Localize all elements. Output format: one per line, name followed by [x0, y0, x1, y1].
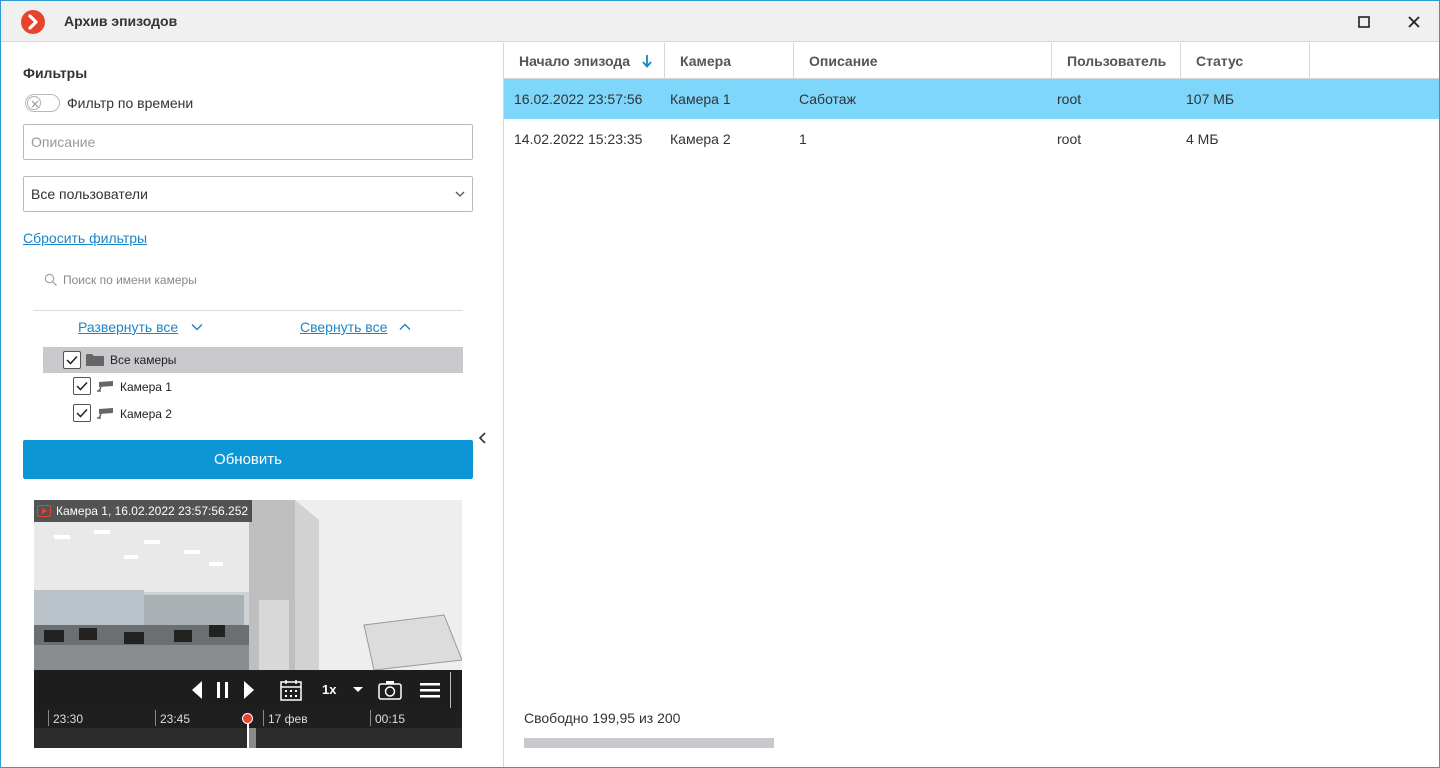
tree-item-all-cameras[interactable]: Все камеры: [43, 347, 463, 373]
cell-description: Саботаж: [799, 91, 856, 107]
timeline-tick: [48, 710, 49, 726]
cell-status: 107 МБ: [1186, 91, 1235, 107]
divider: [450, 672, 451, 708]
collapse-panel-icon[interactable]: [477, 431, 489, 445]
recording-segment: [248, 728, 256, 748]
divider: [33, 310, 463, 311]
checkmark-icon: [76, 381, 88, 391]
cell-user: root: [1057, 91, 1082, 107]
camera-1-checkbox[interactable]: [73, 377, 91, 395]
folder-icon: [86, 354, 104, 366]
camera-search-input[interactable]: Поиск по имени камеры: [63, 273, 197, 287]
checkmark-icon: [66, 355, 78, 365]
filters-panel: Фильтры Фильтр по времени Все пользовате…: [1, 43, 503, 767]
chevron-up-icon[interactable]: [399, 323, 411, 331]
calendar-icon[interactable]: [280, 679, 302, 701]
column-header-camera[interactable]: Камера: [665, 43, 794, 79]
chevron-down-icon[interactable]: [191, 323, 203, 331]
reset-filters-link[interactable]: Сбросить фильтры: [23, 230, 147, 246]
playback-speed[interactable]: 1x: [322, 682, 336, 697]
camera-icon: [97, 381, 113, 392]
timeline-tick: [155, 710, 156, 726]
sort-descending-icon: [642, 55, 652, 68]
close-icon: [1408, 16, 1420, 28]
time-filter-label: Фильтр по времени: [67, 95, 194, 111]
column-header-status[interactable]: Статус: [1181, 43, 1310, 79]
table-row[interactable]: 14.02.2022 15:23:35 Камера 2 1 root 4 МБ: [504, 119, 1439, 159]
cell-user: root: [1057, 131, 1082, 147]
all-cameras-checkbox[interactable]: [63, 351, 81, 369]
search-icon: [44, 273, 57, 286]
timeline-tick: [263, 710, 264, 726]
cell-description: 1: [799, 131, 807, 147]
checkmark-icon: [76, 408, 88, 418]
cell-status: 4 МБ: [1186, 131, 1219, 147]
refresh-button[interactable]: Обновить: [23, 440, 473, 479]
table-row[interactable]: 16.02.2022 23:57:56 Камера 1 Саботаж roo…: [504, 79, 1439, 119]
timeline-label: 23:45: [160, 712, 191, 726]
pause-icon[interactable]: [215, 680, 231, 700]
menu-icon[interactable]: [420, 681, 440, 699]
episodes-panel: Начало эпизода Камера Описание Пользоват…: [504, 43, 1439, 767]
app-logo-icon: [21, 10, 45, 34]
tree-label-all-cameras: Все камеры: [110, 353, 177, 367]
cell-camera: Камера 2: [670, 131, 731, 147]
archive-window: Архив эпизодов Фильтры Фильтр по времени…: [0, 0, 1440, 768]
chevron-down-icon: [455, 191, 465, 197]
video-timeline[interactable]: 23:30 23:45 17 фев 00:15: [34, 710, 462, 748]
description-input[interactable]: [23, 124, 473, 160]
toggle-knob: [27, 96, 41, 110]
expand-all-link[interactable]: Развернуть все: [78, 319, 178, 335]
window-title: Архив эпизодов: [64, 13, 178, 29]
timeline-tick: [370, 710, 371, 726]
video-caption: Камера 1, 16.02.2022 23:57:56.252: [34, 500, 253, 522]
camera-2-checkbox[interactable]: [73, 404, 91, 422]
camera-icon: [97, 408, 113, 419]
video-controls: 1x: [34, 670, 462, 710]
snapshot-icon[interactable]: [378, 680, 402, 700]
maximize-icon: [1358, 16, 1370, 28]
column-header-user[interactable]: Пользователь: [1052, 43, 1181, 79]
playhead-knob[interactable]: [242, 713, 253, 724]
filters-heading: Фильтры: [23, 65, 88, 81]
table-header: Начало эпизода Камера Описание Пользоват…: [504, 43, 1439, 79]
maximize-button[interactable]: [1351, 9, 1377, 35]
step-forward-icon[interactable]: [242, 680, 256, 700]
speed-dropdown-icon[interactable]: [352, 686, 364, 694]
column-header-description[interactable]: Описание: [794, 43, 1052, 79]
close-button[interactable]: [1401, 9, 1427, 35]
video-caption-text: Камера 1, 16.02.2022 23:57:56.252: [56, 504, 249, 518]
timeline-label: 23:30: [53, 712, 84, 726]
storage-label: Свободно 199,95 из 200: [524, 710, 681, 726]
title-bar: Архив эпизодов: [1, 1, 1439, 42]
step-back-icon[interactable]: [190, 680, 204, 700]
timeline-label: 00:15: [375, 712, 406, 726]
storage-bar: [524, 738, 774, 748]
toggle-off-icon: [31, 100, 39, 108]
column-header-label: Начало эпизода: [519, 53, 631, 69]
column-header-start[interactable]: Начало эпизода: [504, 43, 665, 79]
tree-label-camera: Камера 2: [120, 407, 172, 421]
recording-icon: [37, 505, 51, 517]
users-select[interactable]: Все пользователи: [23, 176, 473, 212]
cell-start: 14.02.2022 15:23:35: [514, 131, 643, 147]
cell-start: 16.02.2022 23:57:56: [514, 91, 643, 107]
time-filter-toggle[interactable]: [25, 94, 60, 112]
users-select-value: Все пользователи: [31, 186, 148, 202]
tree-label-camera: Камера 1: [120, 380, 172, 394]
timeline-label: 17 фев: [268, 712, 308, 726]
collapse-all-link[interactable]: Свернуть все: [300, 319, 387, 335]
cell-camera: Камера 1: [670, 91, 731, 107]
video-player[interactable]: Камера 1, 16.02.2022 23:57:56.252 1x 23:…: [34, 500, 462, 748]
